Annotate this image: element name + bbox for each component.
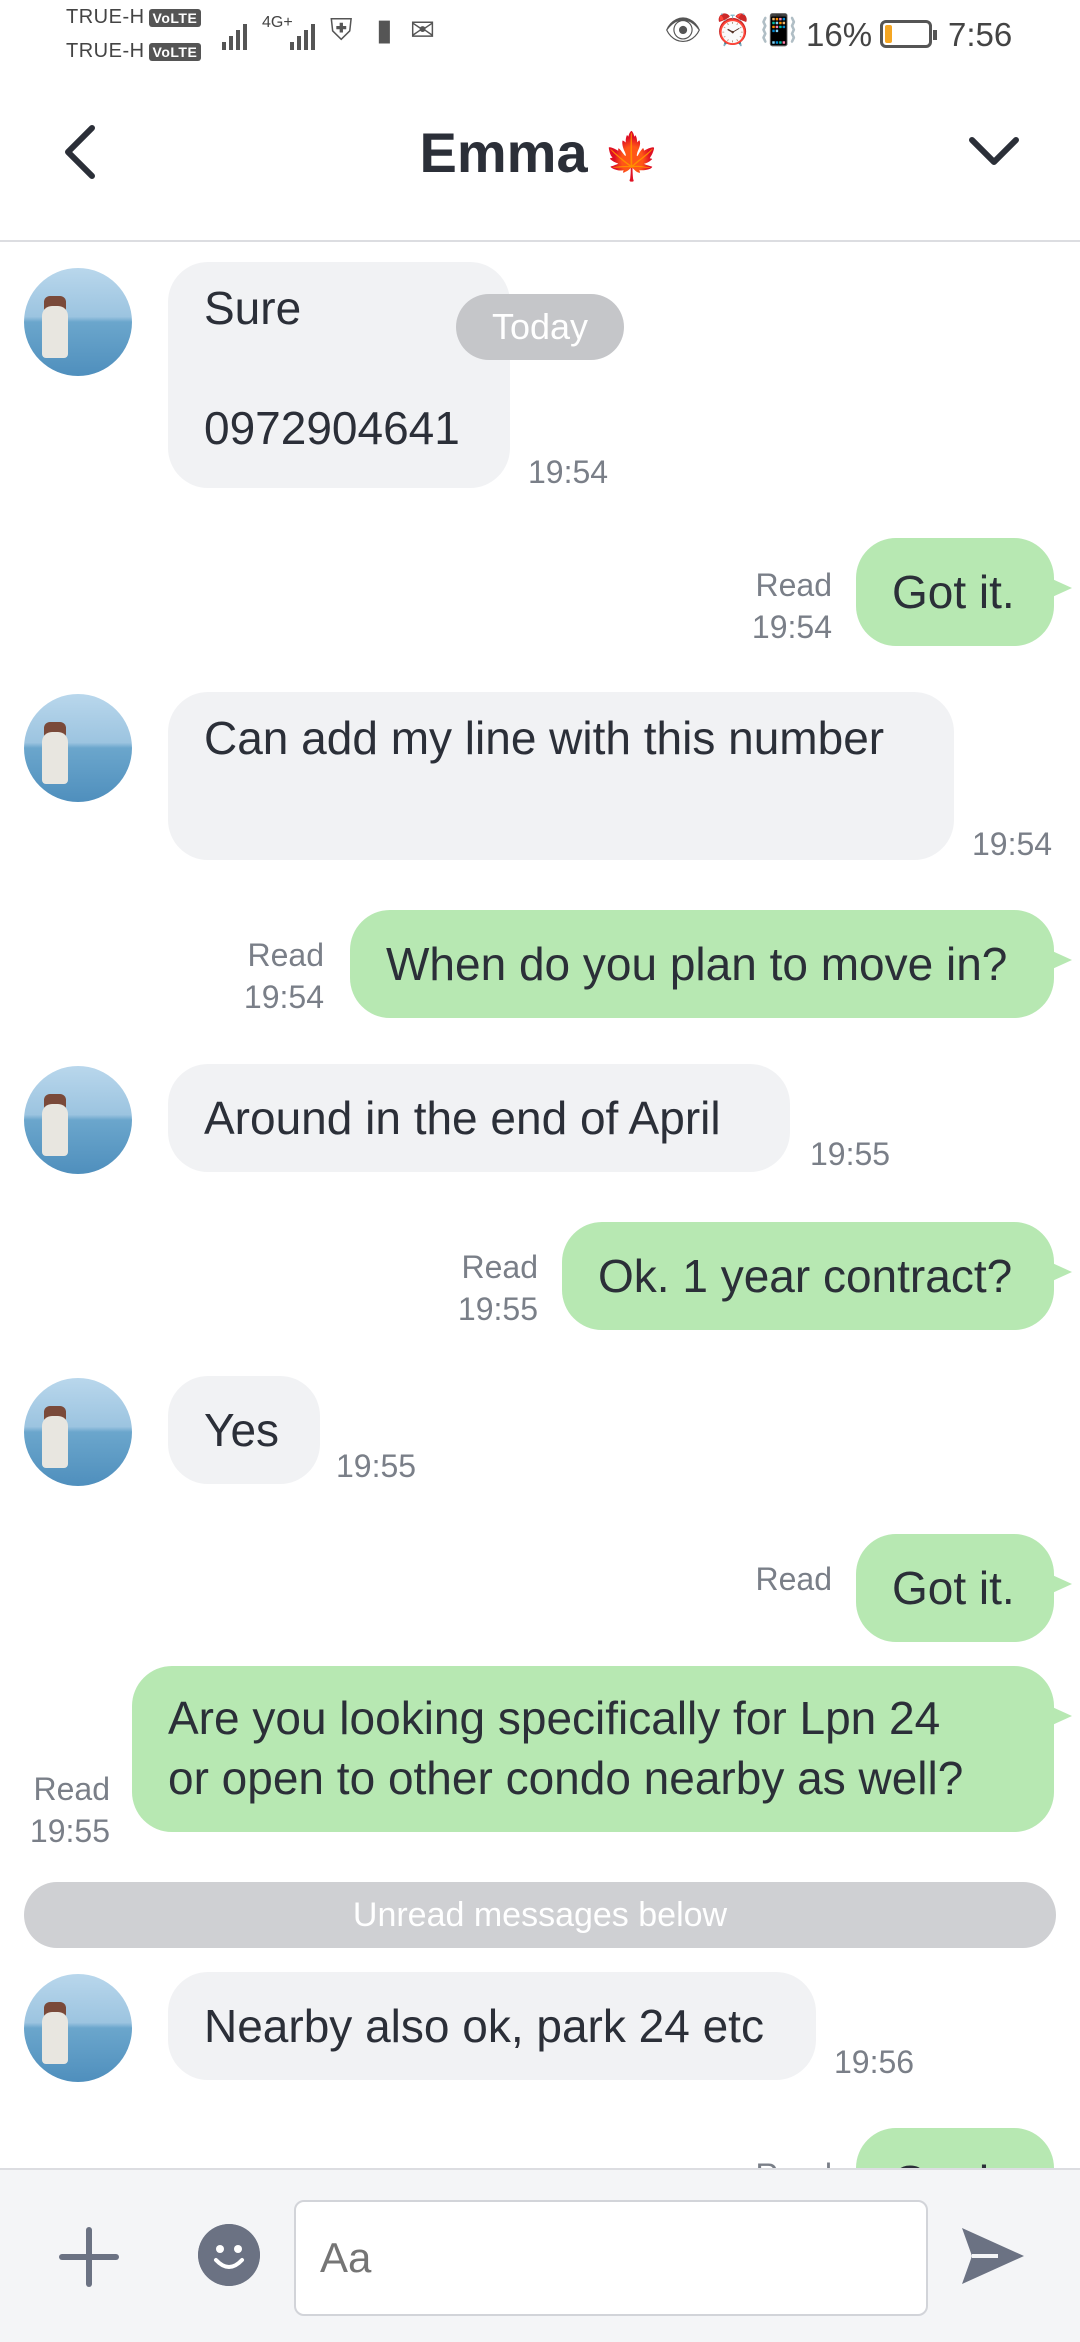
message-time: 19:54 [528,454,609,490]
shield-icon: ⛨ [330,14,353,47]
read-receipt: Read 19:54 [243,937,324,1015]
message-bubble-outgoing[interactable]: Got it. [856,538,1054,646]
message-bubble-incoming[interactable]: Around in the end of April [168,1064,790,1172]
chevron-down-icon[interactable] [964,126,1024,176]
message-bubble-outgoing[interactable]: When do you plan to move in? [350,910,1054,1018]
battery-alert-icon: ▮ [376,14,393,47]
avatar[interactable] [24,1066,132,1174]
message-bubble-outgoing[interactable]: Got it. [856,1534,1054,1642]
plus-icon[interactable] [54,2222,124,2292]
gmail-icon: ✉ [410,14,436,47]
bubble-tail [1050,950,1072,970]
avatar[interactable] [24,268,132,376]
signal-icon [222,24,247,50]
eye-icon: 👁 [664,14,703,47]
bubble-tail [1050,1706,1072,1726]
avatar[interactable] [24,1378,132,1486]
bubble-tail [1050,1262,1072,1282]
chat-header: Emma 🍁 [0,76,1080,242]
read-receipt: Read 19:55 [29,1771,110,1849]
message-time: 19:55 [336,1448,417,1484]
message-bubble-incoming[interactable]: Nearby also ok, park 24 etc [168,1972,816,2080]
read-receipt: Read [755,1561,833,1597]
bubble-tail [1050,1574,1072,1594]
carrier-label-1: TRUE-H VoLTE [66,6,202,29]
battery-percent: 16% [806,16,873,53]
message-time: 19:56 [834,2044,915,2080]
message-composer [0,2168,1080,2342]
clock: 7:56 [948,16,1013,53]
carrier-label-2: TRUE-H VoLTE [66,40,202,63]
alarm-icon: ⏰ [714,14,752,47]
status-bar: TRUE-H VoLTE TRUE-H VoLTE 4G+ ⛨ ▮ ✉ 👁 ⏰ 📳 … [0,0,1080,76]
unread-divider: Unread messages below [24,1882,1056,1948]
read-receipt: Read 19:54 [751,567,832,645]
message-bubble-outgoing[interactable]: Ok. 1 year contract? [562,1222,1054,1330]
avatar[interactable] [24,694,132,802]
avatar[interactable] [24,1974,132,2082]
message-bubble-outgoing[interactable]: Are you looking specifically for Lpn 24 … [132,1666,1054,1832]
message-bubble-incoming[interactable]: Can add my line with this number [168,692,954,860]
vibrate-icon: 📳 [760,14,798,47]
date-pill: Today [456,294,624,360]
message-time: 19:55 [810,1136,891,1172]
read-receipt: Read [730,2154,833,2168]
message-bubble-incoming[interactable]: Yes [168,1376,320,1484]
read-receipt: Read 19:55 [457,1249,538,1327]
message-list[interactable]: Sure 0972904641 19:54 Today Read 19:54 Go… [0,242,1080,2168]
page-title: Emma 🍁 [419,121,661,184]
network-type: 4G+ [262,14,293,31]
signal-icon-2 [290,24,315,50]
bubble-tail [1050,578,1072,598]
battery-icon [880,20,937,48]
emoji-icon[interactable] [198,2224,260,2286]
send-icon[interactable] [958,2224,1028,2288]
message-bubble-outgoing[interactable]: Got it. [856,2128,1054,2168]
message-bubble-incoming[interactable]: Sure 0972904641 [168,262,510,488]
message-input[interactable] [294,2200,928,2316]
message-time: 19:54 [972,826,1053,862]
